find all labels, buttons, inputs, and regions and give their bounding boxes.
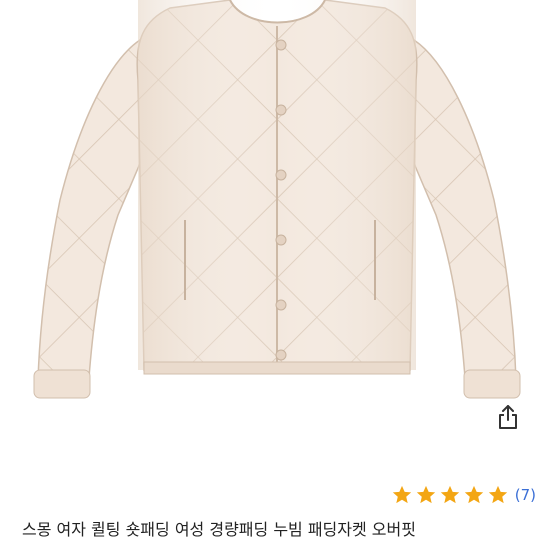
share-button[interactable] xyxy=(493,402,523,432)
product-image[interactable] xyxy=(0,0,554,440)
jacket-illustration xyxy=(33,0,521,399)
product-title: 스몽 여자 퀼팅 숏패딩 여성 경량패딩 누빔 패딩자켓 오버핏 xyxy=(22,520,416,539)
star-icon xyxy=(416,485,435,504)
star-icon xyxy=(440,485,459,504)
rating-row[interactable]: (7) xyxy=(391,484,536,506)
star-icon xyxy=(488,485,507,504)
star-icon xyxy=(392,485,411,504)
star-icon xyxy=(464,485,483,504)
review-count-link[interactable]: (7) xyxy=(515,486,536,504)
share-icon xyxy=(499,405,517,429)
